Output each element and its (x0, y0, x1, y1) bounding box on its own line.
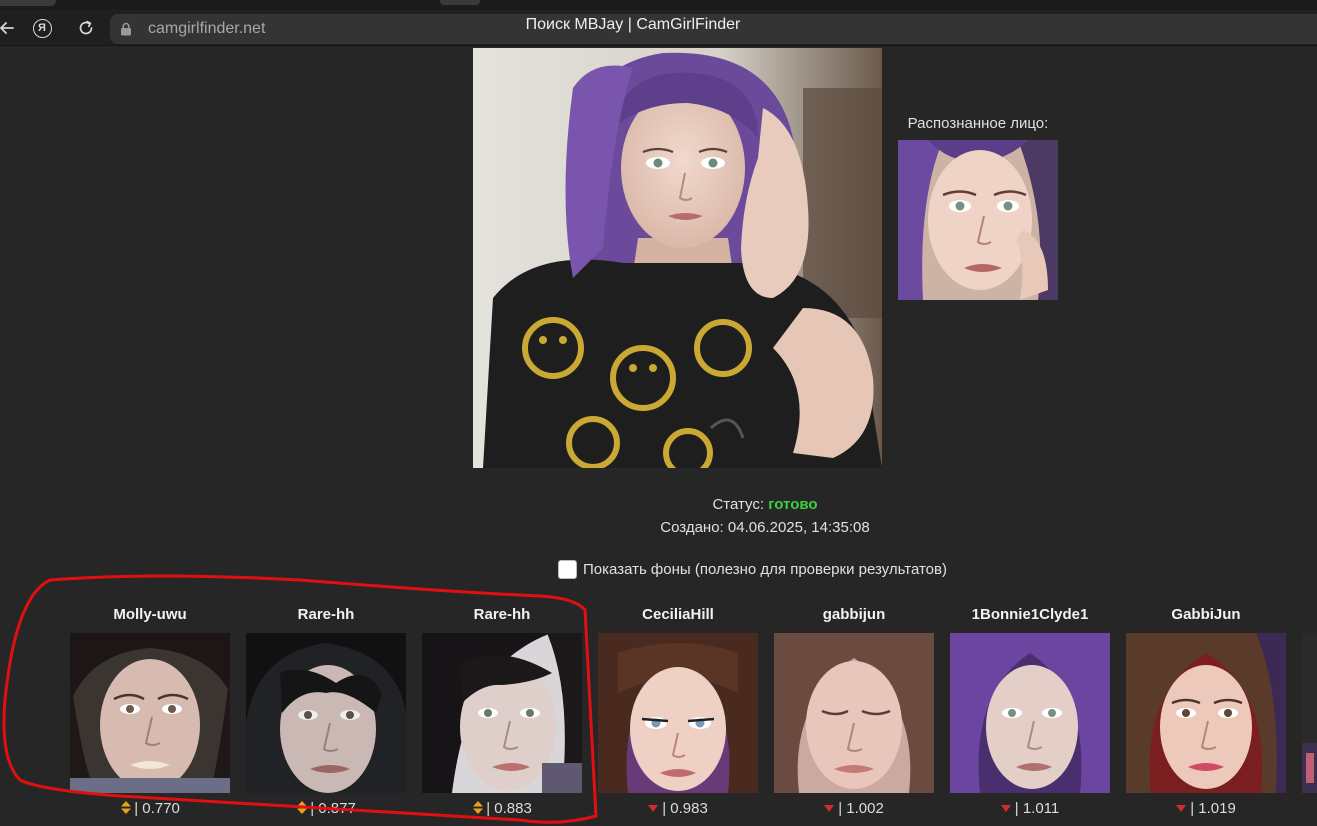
result-score: | 1.019 (1126, 800, 1286, 817)
result-thumbnail[interactable] (422, 633, 582, 793)
down-arrow-icon (648, 805, 659, 812)
results-strip: Molly-uwu | 0.770 Rare-hh | 0.877 Rare-h… (0, 0, 1317, 826)
down-arrow-icon (824, 805, 835, 812)
result-score: | 1.002 (774, 800, 934, 817)
result-thumbnail[interactable] (950, 633, 1110, 793)
down-arrow-icon (1000, 805, 1011, 812)
up-down-arrows-icon (121, 801, 132, 814)
result-thumbnail[interactable] (774, 633, 934, 793)
result-card[interactable]: gabbijun | 1.002 (774, 606, 934, 817)
result-score-value: | 0.877 (310, 800, 356, 817)
result-card[interactable]: Rare-hh | 0.877 (246, 606, 406, 817)
result-score-value: | 1.011 (1014, 800, 1060, 817)
down-arrow-icon (1176, 805, 1187, 812)
result-card[interactable]: 1Bonnie1Clyde1 | 1.011 (950, 606, 1110, 817)
result-score-value: | 0.983 (662, 800, 708, 817)
result-thumbnail[interactable] (598, 633, 758, 793)
result-card[interactable]: Molly-uwu | 0.770 (70, 606, 230, 817)
result-name[interactable]: Rare-hh (422, 606, 582, 628)
result-name[interactable]: Rare-hh (246, 606, 406, 628)
result-thumbnail[interactable] (246, 633, 406, 793)
result-name[interactable]: gabbijun (774, 606, 934, 628)
result-score: | 0.877 (246, 800, 406, 817)
result-score: | 0.883 (422, 800, 582, 817)
browser-window: Я camgirlfinder.net Поиск MBJay | CamGir… (0, 0, 1317, 826)
result-thumbnail[interactable] (1126, 633, 1286, 793)
result-score-value: | 0.883 (486, 800, 532, 817)
result-score-value: | 1.002 (838, 800, 884, 817)
result-score-value: | 0.770 (134, 800, 180, 817)
result-card[interactable]: Rare-hh | 0.883 (422, 606, 582, 817)
result-name[interactable]: Molly-uwu (70, 606, 230, 628)
result-name[interactable]: 1Bonnie1Clyde1 (950, 606, 1110, 628)
result-thumbnail[interactable] (70, 633, 230, 793)
result-score: | 0.770 (70, 800, 230, 817)
result-card[interactable]: CeciliaHill | 0.983 (598, 606, 758, 817)
result-thumbnail[interactable] (1302, 633, 1317, 793)
result-card[interactable]: GabbiJun | 1.019 (1126, 606, 1286, 817)
result-score: | 1.011 (950, 800, 1110, 817)
result-name[interactable]: CeciliaHill (598, 606, 758, 628)
up-down-arrows-icon (297, 801, 308, 814)
result-score-value: | 1.019 (1190, 800, 1236, 817)
result-name[interactable]: GabbiJun (1126, 606, 1286, 628)
up-down-arrows-icon (473, 801, 484, 814)
result-score: | 0.983 (598, 800, 758, 817)
